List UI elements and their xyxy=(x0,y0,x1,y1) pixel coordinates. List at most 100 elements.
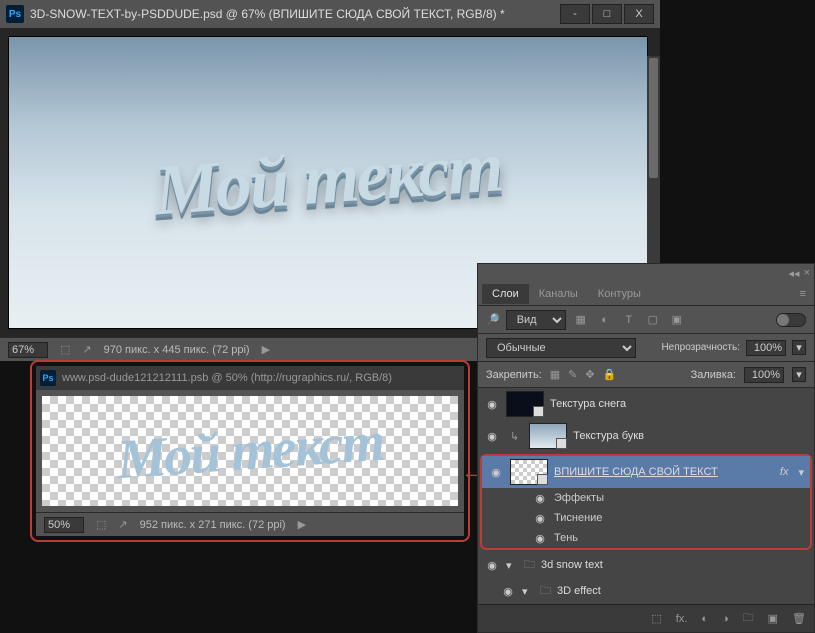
share-icon[interactable]: ↗ xyxy=(82,343,91,356)
filter-pixel-icon[interactable]: ▦ xyxy=(572,311,590,329)
visibility-toggle[interactable]: ◉ xyxy=(532,490,548,506)
layer-style-icon[interactable]: fx. xyxy=(676,613,688,625)
visibility-toggle[interactable]: ◉ xyxy=(488,464,504,480)
panel-header: ◂◂ × xyxy=(478,264,814,282)
filter-toggle[interactable] xyxy=(776,313,806,327)
effects-label: Эффекты xyxy=(554,492,604,504)
group-row[interactable]: ◉ ▾ 🗀 3d snow text xyxy=(478,552,814,578)
link-layers-icon[interactable]: ⬚ xyxy=(651,612,661,625)
blend-mode-select[interactable]: Обычные xyxy=(486,338,636,358)
delete-layer-icon[interactable]: 🗑 xyxy=(792,612,806,625)
doc-info-icon[interactable]: ⬚ xyxy=(96,518,106,531)
opacity-label: Непрозрачность: xyxy=(661,342,740,353)
layers-list: ◉ Текстура снега ◉ ↳ Текстура букв ◉ ВПИ… xyxy=(478,388,814,604)
play-icon[interactable]: ▶ xyxy=(298,518,306,531)
document-info: 952 пикс. x 271 пикс. (72 ppi) xyxy=(140,519,286,531)
layer-row[interactable]: ◉ ↳ Текстура букв xyxy=(478,420,814,452)
close-button[interactable]: X xyxy=(624,4,654,24)
fx-chevron-icon[interactable]: ▾ xyxy=(798,466,804,479)
minimize-button[interactable]: - xyxy=(560,4,590,24)
close-panel-icon[interactable]: × xyxy=(804,267,810,279)
titlebar[interactable]: Ps 3D-SNOW-TEXT-by-PSDDUDE.psd @ 67% (ВП… xyxy=(0,0,660,28)
effect-row[interactable]: ◉ Тень xyxy=(482,528,810,548)
filter-type-icon[interactable]: T xyxy=(620,311,638,329)
collapse-icon[interactable]: ◂◂ xyxy=(789,267,800,280)
filter-shape-icon[interactable]: ▢ xyxy=(644,311,662,329)
chevron-down-icon[interactable]: ▾ xyxy=(522,585,534,598)
layer-thumbnail[interactable] xyxy=(506,391,544,417)
maximize-button[interactable]: □ xyxy=(592,4,622,24)
lock-label: Закрепить: xyxy=(486,369,542,381)
layer-row[interactable]: ◉ Текстура снега xyxy=(478,388,814,420)
effect-shadow: Тень xyxy=(554,532,578,544)
layer-thumbnail[interactable] xyxy=(510,459,548,485)
layer-thumbnail[interactable] xyxy=(529,423,567,449)
fill-label: Заливка: xyxy=(691,369,736,381)
zoom-input[interactable] xyxy=(8,342,48,358)
play-icon[interactable]: ▶ xyxy=(262,343,270,356)
folder-icon: 🗀 xyxy=(540,582,551,601)
layer-name[interactable]: Текстура снега xyxy=(550,398,808,410)
zoom-input[interactable] xyxy=(44,517,84,533)
lock-row: Закрепить: ▦ ✎ ✥ 🔒 Заливка: ▾ xyxy=(478,362,814,388)
share-icon[interactable]: ↗ xyxy=(118,518,127,531)
fx-label: fx xyxy=(780,466,789,478)
group-row[interactable]: ◉ ▾ 🗀 3D effect xyxy=(478,578,814,604)
clip-indicator-icon: ↳ xyxy=(506,430,523,443)
annotation-highlight: ◉ ВПИШИТЕ СЮДА СВОЙ ТЕКСТ fx ▾ ◉ Эффекты… xyxy=(480,454,812,550)
new-layer-icon[interactable]: ▣ xyxy=(768,612,778,625)
panel-footer: ⬚ fx. ◐ ◑ 🗀 ▣ 🗑 xyxy=(478,604,814,632)
effect-emboss: Тиснение xyxy=(554,512,602,524)
tab-bar[interactable]: Ps www.psd-dude121212111.psb @ 50% (http… xyxy=(36,366,464,390)
visibility-toggle[interactable]: ◉ xyxy=(484,396,500,412)
visibility-toggle[interactable]: ◉ xyxy=(484,557,500,573)
layer-mask-icon[interactable]: ◐ xyxy=(701,613,708,625)
document-info: 970 пикс. x 445 пикс. (72 ppi) xyxy=(104,344,250,356)
smart-object-badge xyxy=(556,438,567,449)
lock-paint-icon[interactable]: ✎ xyxy=(568,368,577,381)
panel-menu-icon[interactable]: ≡ xyxy=(796,284,810,304)
layer-row-selected[interactable]: ◉ ВПИШИТЕ СЮДА СВОЙ ТЕКСТ fx ▾ xyxy=(482,456,810,488)
smart-object-window: Ps www.psd-dude121212111.psb @ 50% (http… xyxy=(30,360,470,542)
blend-row: Обычные Непрозрачность: ▾ xyxy=(478,334,814,362)
smart-object-badge xyxy=(537,474,548,485)
lock-transparency-icon[interactable]: ▦ xyxy=(550,368,560,381)
group-name[interactable]: 3d snow text xyxy=(541,559,808,571)
lock-all-icon[interactable]: 🔒 xyxy=(603,368,617,381)
tab-layers[interactable]: Слои xyxy=(482,284,529,304)
visibility-toggle[interactable]: ◉ xyxy=(500,583,516,599)
filter-adjustment-icon[interactable]: ◐ xyxy=(596,311,614,329)
smart-object-badge xyxy=(533,406,544,417)
tab-paths[interactable]: Контуры xyxy=(588,284,651,304)
opacity-input[interactable] xyxy=(746,340,786,356)
tab-channels[interactable]: Каналы xyxy=(529,284,588,304)
group-name[interactable]: 3D effect xyxy=(557,585,808,597)
filter-row: 🔎 Вид ▦ ◐ T ▢ ▣ xyxy=(478,306,814,334)
layer-name[interactable]: ВПИШИТЕ СЮДА СВОЙ ТЕКСТ xyxy=(554,466,774,478)
search-icon[interactable]: 🔎 xyxy=(486,313,500,326)
document-title: 3D-SNOW-TEXT-by-PSDDUDE.psd @ 67% (ВПИШИ… xyxy=(30,7,560,21)
visibility-toggle[interactable]: ◉ xyxy=(532,530,548,546)
visibility-toggle[interactable]: ◉ xyxy=(484,428,500,444)
filter-type-select[interactable]: Вид xyxy=(506,310,566,330)
fill-input[interactable] xyxy=(744,367,784,383)
effect-row[interactable]: ◉ Тиснение xyxy=(482,508,810,528)
visibility-toggle[interactable]: ◉ xyxy=(532,510,548,526)
new-group-icon[interactable]: 🗀 xyxy=(743,609,754,628)
fill-dropdown-icon[interactable]: ▾ xyxy=(792,367,806,382)
opacity-dropdown-icon[interactable]: ▾ xyxy=(792,340,806,355)
filter-smart-icon[interactable]: ▣ xyxy=(668,311,686,329)
smart-object-canvas[interactable]: Мой текст xyxy=(42,396,458,506)
tab-title: www.psd-dude121212111.psb @ 50% (http://… xyxy=(62,372,392,384)
photoshop-icon: Ps xyxy=(6,5,24,23)
folder-icon: 🗀 xyxy=(524,556,535,575)
layers-panel: ◂◂ × Слои Каналы Контуры ≡ 🔎 Вид ▦ ◐ T ▢… xyxy=(477,263,815,633)
3d-snow-text: Мой текст xyxy=(152,125,505,232)
lock-position-icon[interactable]: ✥ xyxy=(585,368,594,381)
chevron-down-icon[interactable]: ▾ xyxy=(506,559,518,572)
layer-name[interactable]: Текстура букв xyxy=(573,430,808,442)
photoshop-icon: Ps xyxy=(40,370,56,386)
effect-row[interactable]: ◉ Эффекты xyxy=(482,488,810,508)
adjustment-layer-icon[interactable]: ◑ xyxy=(722,613,729,625)
doc-info-icon[interactable]: ⬚ xyxy=(60,343,70,356)
